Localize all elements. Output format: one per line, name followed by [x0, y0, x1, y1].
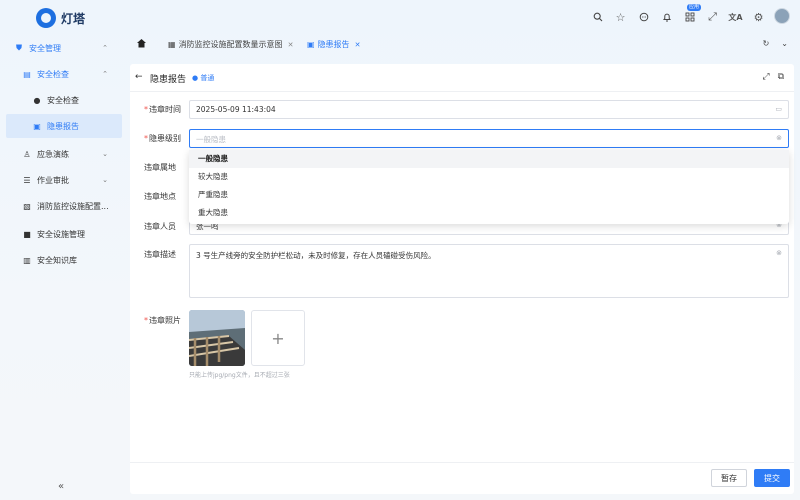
star-icon[interactable]: ☆: [609, 8, 632, 26]
time-value: 2025-05-09 11:43:04: [196, 105, 276, 114]
close-icon[interactable]: ✕: [355, 41, 361, 49]
shield-icon: ⛊: [14, 43, 24, 53]
sidebar-item-label: 作业审批: [37, 175, 69, 186]
avatar[interactable]: [774, 8, 790, 24]
panel-footer: 暂存 提交: [130, 462, 794, 494]
sidebar-item-label: 应急演练: [37, 149, 69, 160]
chevron-down-icon: ⌄: [102, 176, 108, 184]
save-draft-button[interactable]: 暂存: [711, 469, 747, 487]
level-dropdown: 一般隐患 较大隐患 严重隐患 重大隐患: [189, 150, 789, 224]
tab-hazard-report[interactable]: ▣ 隐患报告 ✕: [307, 39, 360, 50]
sidebar-item-label: 安全检查: [47, 95, 79, 106]
apps-badge: 应用: [687, 4, 701, 11]
tab-icon: ▦: [168, 40, 176, 49]
description-textarea[interactable]: 3 号生产线旁的安全防护栏松动，未及时修复，存在人员磕碰受伤风险。 ⊗: [189, 244, 789, 298]
sidebar-item-label: 隐患报告: [47, 121, 79, 132]
sidebar-collapse-button[interactable]: «: [58, 481, 64, 492]
level-select[interactable]: 一般隐患 ⊗: [189, 129, 789, 148]
field-label-place: 违章地点: [144, 191, 188, 202]
chevron-down-icon[interactable]: ⌄: [781, 39, 788, 48]
sidebar-item-work-approval[interactable]: ☰ 作业审批 ⌄: [0, 168, 122, 192]
time-field[interactable]: 2025-05-09 11:43:04 ▭: [189, 100, 789, 119]
field-label-photo: *违章照片: [144, 315, 188, 326]
sidebar-item-hazard-report[interactable]: ▣ 隐患报告: [6, 114, 122, 138]
org-chart-icon[interactable]: ⧉: [778, 72, 784, 82]
sidebar-item-facility-management[interactable]: ■ 安全设施管理: [0, 222, 122, 246]
library-icon: ▥: [22, 255, 32, 265]
gear-icon[interactable]: ⚙: [747, 8, 770, 26]
translate-icon[interactable]: 文A: [724, 8, 747, 26]
sidebar-item-label: 安全检查: [37, 69, 69, 80]
fullscreen-icon[interactable]: ⤢: [762, 72, 769, 82]
plus-icon: +: [271, 329, 284, 348]
sidebar-item-safety-management[interactable]: ⛊ 安全管理 ⌃: [0, 36, 122, 60]
apps-icon[interactable]: 应用: [678, 8, 701, 26]
field-label-level: *隐患级别: [144, 133, 188, 144]
box-icon: ■: [22, 229, 32, 239]
chevron-up-icon: ⌃: [102, 44, 108, 52]
upload-hint: 只能上传jpg/png文件，且不超过三张: [189, 370, 290, 379]
app-logo[interactable]: 灯塔: [36, 8, 85, 28]
app-name: 灯塔: [61, 10, 85, 27]
sidebar-item-label: 安全知识库: [37, 255, 77, 266]
fire-icon: ▧: [22, 201, 32, 211]
dropdown-option[interactable]: 较大隐患: [189, 168, 789, 186]
back-arrow-icon[interactable]: ←: [135, 72, 143, 82]
page-title: 隐患报告: [150, 72, 186, 85]
status-badge-label: 普通: [200, 74, 214, 82]
tab-label: 消防监控设施配置数量示意图: [179, 39, 283, 50]
chevron-down-icon: ⌄: [102, 150, 108, 158]
chat-icon[interactable]: [632, 8, 655, 26]
header-actions: ⤢ ⧉: [762, 72, 784, 82]
dropdown-option[interactable]: 一般隐患: [189, 150, 789, 168]
sidebar-item-fire-monitoring[interactable]: ▧ 消防监控设施配置...: [0, 194, 122, 218]
sidebar: ⛊ 安全管理 ⌃ ▤ 安全检查 ⌃ ● 安全检查 ▣ 隐患报告 ♙ 应急演练 ⌄…: [0, 34, 126, 500]
list-icon: ☰: [22, 175, 32, 185]
dropdown-option[interactable]: 重大隐患: [189, 204, 789, 222]
tab-label: 隐患报告: [318, 39, 350, 50]
fullscreen-icon[interactable]: ⤢: [701, 8, 724, 26]
refresh-icon[interactable]: ↻: [763, 39, 770, 48]
tab-fire-monitoring-diagram[interactable]: ▦ 消防监控设施配置数量示意图 ✕: [168, 39, 293, 50]
sidebar-item-safety-inspection-group[interactable]: ▤ 安全检查 ⌃: [0, 62, 122, 86]
level-placeholder: 一般隐患: [196, 135, 226, 144]
field-label-time: *违章时间: [144, 104, 188, 115]
sidebar-item-label: 安全设施管理: [37, 229, 85, 240]
top-toolbar: ☆ 应用 ⤢ 文A ⚙: [586, 8, 790, 26]
sidebar-item-emergency-drill[interactable]: ♙ 应急演练 ⌄: [0, 142, 122, 166]
field-label-person: 违章人员: [144, 221, 188, 232]
user-icon: ♙: [22, 149, 32, 159]
sidebar-item-knowledge-base[interactable]: ▥ 安全知识库: [0, 248, 122, 272]
home-icon[interactable]: [136, 38, 147, 51]
dropdown-option[interactable]: 严重隐患: [189, 186, 789, 204]
close-icon[interactable]: ✕: [288, 41, 294, 49]
submit-button[interactable]: 提交: [754, 469, 790, 487]
field-label-description: 违章描述: [144, 249, 188, 260]
check-circle-icon: ●: [32, 95, 42, 105]
chevron-up-icon: ⌃: [102, 70, 108, 78]
description-value: 3 号生产线旁的安全防护栏松动，未及时修复，存在人员磕碰受伤风险。: [196, 251, 436, 260]
clear-icon[interactable]: ⊗: [776, 134, 782, 142]
tab-actions: ↻ ⌄: [763, 39, 788, 48]
sidebar-item-label: 安全管理: [29, 43, 61, 54]
status-badge: ● 普通: [192, 73, 214, 83]
sidebar-item-safety-inspection[interactable]: ● 安全检查: [0, 88, 122, 112]
panel-header: ← 隐患报告 ● 普通 ⤢ ⧉: [130, 64, 794, 92]
bell-icon[interactable]: [655, 8, 678, 26]
calendar-icon: ▤: [22, 69, 32, 79]
tab-bar: ▦ 消防监控设施配置数量示意图 ✕ ▣ 隐患报告 ✕ ↻ ⌄: [126, 34, 800, 56]
search-icon[interactable]: [586, 8, 609, 26]
sidebar-item-label: 消防监控设施配置...: [37, 201, 109, 212]
document-icon: ▣: [32, 121, 42, 131]
tab-icon: ▣: [307, 40, 315, 49]
uploaded-photo[interactable]: [189, 310, 245, 366]
calendar-icon[interactable]: ▭: [775, 105, 782, 113]
field-label-area: 违章属地: [144, 162, 188, 173]
clear-icon[interactable]: ⊗: [776, 249, 782, 257]
logo-icon: [36, 8, 56, 28]
main-panel: ← 隐患报告 ● 普通 ⤢ ⧉ *违章时间 2025-05-09 11:43:0…: [130, 64, 794, 494]
top-bar: 灯塔 ☆ 应用 ⤢ 文A ⚙: [0, 0, 800, 34]
upload-button[interactable]: +: [251, 310, 305, 366]
